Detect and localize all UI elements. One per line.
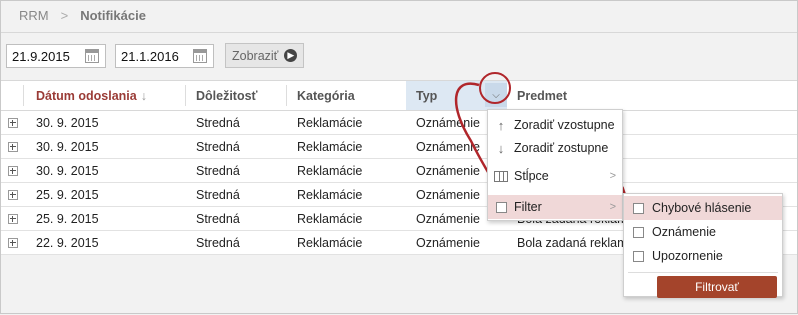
menu-item-columns[interactable]: Stĺpce > (488, 164, 622, 188)
cell-date: 22. 9. 2015 (36, 235, 99, 250)
expand-row-icon[interactable] (8, 165, 18, 176)
submenu-divider (628, 272, 778, 273)
sort-desc-icon: ↓ (140, 88, 147, 103)
highlight-circle (479, 72, 511, 104)
cell-priority: Stredná (196, 235, 240, 250)
checkbox[interactable] (633, 226, 644, 238)
expand-row-icon[interactable] (8, 213, 18, 224)
cell-priority: Stredná (196, 211, 240, 226)
chevron-right-icon: > (609, 201, 616, 213)
expand-row-icon[interactable] (8, 117, 18, 128)
calendar-icon[interactable] (85, 49, 99, 63)
header-subject[interactable]: Predmet (507, 81, 787, 110)
cell-date: 25. 9. 2015 (36, 211, 99, 226)
table-row[interactable]: 30. 9. 2015StrednáReklamácieOznámeniemác… (1, 135, 797, 159)
breadcrumb-separator: > (60, 8, 69, 23)
cell-priority: Stredná (196, 163, 240, 178)
cell-date: 30. 9. 2015 (36, 115, 99, 130)
date-from-input[interactable]: 21.9.2015 (6, 44, 106, 68)
cell-date: 25. 9. 2015 (36, 187, 99, 202)
show-button-label: Zobraziť (232, 48, 279, 63)
header-priority[interactable]: Dôležitosť (185, 81, 286, 110)
arrow-right-icon: ▶ (284, 49, 298, 62)
table-row[interactable]: 30. 9. 2015StrednáReklamácieOznámeniemác… (1, 159, 797, 183)
menu-item-label: Filter (514, 200, 542, 214)
filter-apply-button[interactable]: Filtrovať (657, 276, 777, 298)
expand-row-icon[interactable] (8, 141, 18, 152)
expand-row-icon[interactable] (8, 189, 18, 200)
breadcrumb: RRM > Notifikácie (19, 8, 146, 23)
checkbox[interactable] (633, 202, 644, 214)
breadcrumb-current: Notifikácie (80, 8, 146, 23)
cell-type: Oznámenie (416, 235, 480, 250)
filter-option-label: Chybové hlásenie (652, 201, 752, 215)
cell-category: Reklamácie (297, 115, 363, 130)
menu-item-label: Stĺpce (514, 169, 549, 183)
header-divider (1, 32, 797, 33)
menu-item-sort-desc[interactable]: ↓ Zoradiť zostupne (488, 136, 622, 160)
chevron-right-icon: > (609, 170, 616, 182)
filter-submenu: Chybové hlásenie Oznámenie Upozornenie F… (623, 193, 783, 298)
filter-checkbox[interactable] (495, 201, 507, 213)
sort-desc-icon: ↓ (497, 140, 505, 156)
columns-icon (494, 170, 508, 182)
filter-option-warning[interactable]: Upozornenie (624, 244, 782, 268)
date-from-value: 21.9.2015 (12, 48, 70, 64)
cell-date: 30. 9. 2015 (36, 139, 99, 154)
cell-date: 30. 9. 2015 (36, 163, 99, 178)
header-date-label: Dátum odoslania (36, 88, 137, 103)
expand-row-icon[interactable] (8, 237, 18, 248)
cell-priority: Stredná (196, 115, 240, 130)
header-category[interactable]: Kategória (286, 81, 406, 110)
cell-priority: Stredná (196, 187, 240, 202)
column-menu: ↑ Zoradiť vzostupne ↓ Zoradiť zostupne S… (487, 109, 623, 221)
checkbox[interactable] (633, 250, 644, 262)
date-to-input[interactable]: 21.1.2016 (115, 44, 214, 68)
cell-category: Reklamácie (297, 187, 363, 202)
calendar-icon[interactable] (193, 49, 207, 63)
filter-option-notice[interactable]: Oznámenie (624, 220, 782, 244)
menu-item-label: Zoradiť zostupne (514, 141, 609, 155)
grid-header: Dátum odoslania ↓ Dôležitosť Kategória T… (1, 81, 797, 111)
sort-asc-icon: ↑ (497, 117, 505, 133)
cell-priority: Stredná (196, 139, 240, 154)
filter-option-label: Upozornenie (652, 249, 723, 263)
cell-category: Reklamácie (297, 139, 363, 154)
menu-item-label: Zoradiť vzostupne (514, 118, 615, 132)
menu-item-sort-asc[interactable]: ↑ Zoradiť vzostupne (488, 113, 622, 137)
table-row[interactable]: 30. 9. 2015StrednáReklamácieOznámeniei b… (1, 111, 797, 135)
filter-option-error[interactable]: Chybové hlásenie (624, 196, 782, 220)
cell-category: Reklamácie (297, 235, 363, 250)
filter-option-label: Oznámenie (652, 225, 716, 239)
header-date[interactable]: Dátum odoslania ↓ (23, 81, 185, 110)
date-to-value: 21.1.2016 (121, 48, 179, 64)
show-button[interactable]: Zobraziť ▶ (225, 43, 305, 68)
menu-item-filter[interactable]: Filter > (488, 195, 622, 219)
cell-category: Reklamácie (297, 163, 363, 178)
cell-category: Reklamácie (297, 211, 363, 226)
app-window: RRM > Notifikácie 21.9.2015 21.1.2016 Zobr… (0, 0, 798, 314)
breadcrumb-root[interactable]: RRM (19, 8, 49, 23)
